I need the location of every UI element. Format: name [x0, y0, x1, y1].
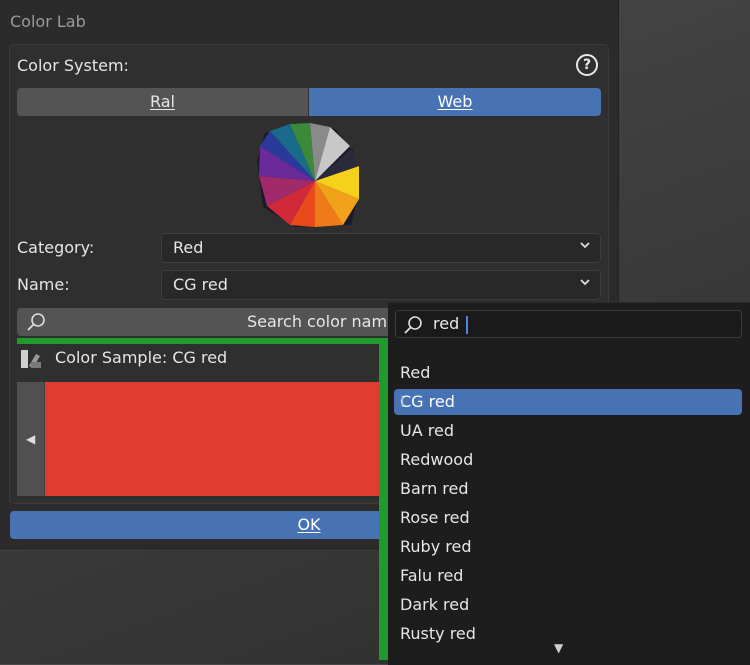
- search-icon: [27, 313, 45, 331]
- search-color-label: Search color nam: [247, 312, 388, 331]
- option-label: Rose red: [400, 508, 470, 527]
- option-cg-red[interactable]: CG red I: [394, 389, 742, 415]
- segment-web[interactable]: Web: [309, 88, 601, 116]
- option-dark-red[interactable]: Dark red: [394, 592, 742, 618]
- name-value: CG red: [173, 275, 228, 294]
- option-label: Red: [400, 363, 431, 382]
- color-swatch: [45, 382, 387, 496]
- search-color-button[interactable]: Search color nam: [17, 308, 417, 336]
- option-falu-red[interactable]: Falu red: [394, 563, 742, 589]
- option-label: Barn red: [400, 479, 469, 498]
- color-sample-icon: [21, 350, 41, 368]
- color-fan-image: [257, 123, 359, 227]
- option-ua-red[interactable]: UA red: [394, 418, 742, 444]
- option-rose-red[interactable]: Rose red: [394, 505, 742, 531]
- search-icon: [404, 316, 422, 334]
- text-caret: [466, 316, 468, 334]
- category-label: Category:: [17, 238, 95, 257]
- option-redwood[interactable]: Redwood: [394, 447, 742, 473]
- dialog-title: Color Lab: [10, 12, 86, 31]
- search-popup: red Red CG red I UA red Redwood Barn red…: [388, 302, 750, 665]
- arrow-left-icon: ◀: [26, 432, 36, 446]
- highlight-bar-vertical: [379, 338, 388, 660]
- scroll-down-icon[interactable]: ▼: [554, 641, 563, 655]
- option-label: Ruby red: [400, 537, 472, 556]
- segment-web-label: Web: [437, 92, 473, 111]
- option-label: Redwood: [400, 450, 474, 469]
- option-label: Rusty red: [400, 624, 476, 643]
- chevron-down-icon: [580, 279, 590, 286]
- option-barn-red[interactable]: Barn red: [394, 476, 742, 502]
- color-system-label: Color System:: [17, 56, 129, 75]
- segment-ral-label: Ral: [149, 92, 175, 111]
- option-label: Falu red: [400, 566, 464, 585]
- text-cursor-icon: I: [400, 392, 405, 411]
- option-red[interactable]: Red: [394, 360, 742, 386]
- name-dropdown[interactable]: CG red: [161, 270, 601, 300]
- help-icon[interactable]: ?: [576, 54, 598, 76]
- swatch-collapse-button[interactable]: ◀: [17, 382, 44, 496]
- option-label: Dark red: [400, 595, 470, 614]
- color-swatch-box: ◀: [17, 382, 387, 496]
- option-label: UA red: [400, 421, 454, 440]
- highlight-bar-horizontal: [17, 338, 387, 344]
- color-sample-title: Color Sample: CG red: [55, 348, 228, 367]
- popup-search-input[interactable]: red: [395, 310, 742, 338]
- option-rusty-red[interactable]: Rusty red: [394, 621, 742, 647]
- option-label: CG red: [400, 392, 455, 411]
- popup-search-value: red: [433, 314, 460, 333]
- chevron-down-icon: [580, 242, 590, 249]
- ok-label: OK: [297, 515, 321, 534]
- name-label: Name:: [17, 275, 70, 294]
- category-dropdown[interactable]: Red: [161, 233, 601, 263]
- option-ruby-red[interactable]: Ruby red: [394, 534, 742, 560]
- segment-ral[interactable]: Ral: [17, 88, 308, 116]
- category-value: Red: [173, 238, 204, 257]
